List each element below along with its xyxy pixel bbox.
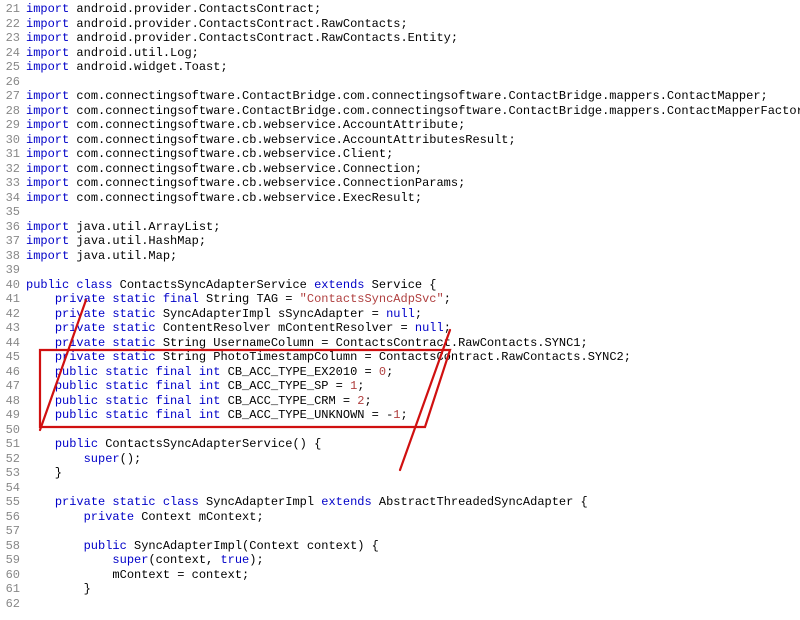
- code-line[interactable]: private static String UsernameColumn = C…: [26, 336, 800, 351]
- line-number: 37: [0, 234, 20, 249]
- line-number: 39: [0, 263, 20, 278]
- line-number: 49: [0, 408, 20, 423]
- line-number: 23: [0, 31, 20, 46]
- line-number: 34: [0, 191, 20, 206]
- line-number: 54: [0, 481, 20, 496]
- line-number-gutter: 2122232425262728293031323334353637383940…: [0, 0, 26, 620]
- code-line[interactable]: [26, 481, 800, 496]
- code-line[interactable]: public static final int CB_ACC_TYPE_CRM …: [26, 394, 800, 409]
- code-line[interactable]: public SyncAdapterImpl(Context context) …: [26, 539, 800, 554]
- line-number: 58: [0, 539, 20, 554]
- line-number: 56: [0, 510, 20, 525]
- line-number: 33: [0, 176, 20, 191]
- line-number: 57: [0, 524, 20, 539]
- code-line[interactable]: [26, 75, 800, 90]
- code-line[interactable]: import com.connectingsoftware.ContactBri…: [26, 89, 800, 104]
- line-number: 45: [0, 350, 20, 365]
- code-line[interactable]: [26, 205, 800, 220]
- code-line[interactable]: import com.connectingsoftware.ContactBri…: [26, 104, 800, 119]
- line-number: 32: [0, 162, 20, 177]
- code-line[interactable]: import java.util.HashMap;: [26, 234, 800, 249]
- line-number: 51: [0, 437, 20, 452]
- line-number: 25: [0, 60, 20, 75]
- code-line[interactable]: private static SyncAdapterImpl sSyncAdap…: [26, 307, 800, 322]
- line-number: 55: [0, 495, 20, 510]
- code-line[interactable]: [26, 423, 800, 438]
- line-number: 28: [0, 104, 20, 119]
- code-area[interactable]: import android.provider.ContactsContract…: [26, 0, 800, 620]
- line-number: 62: [0, 597, 20, 612]
- line-number: 41: [0, 292, 20, 307]
- line-number: 22: [0, 17, 20, 32]
- code-line[interactable]: [26, 524, 800, 539]
- line-number: 50: [0, 423, 20, 438]
- line-number: 44: [0, 336, 20, 351]
- code-line[interactable]: import com.connectingsoftware.cb.webserv…: [26, 191, 800, 206]
- code-line[interactable]: super(context, true);: [26, 553, 800, 568]
- code-line[interactable]: import java.util.Map;: [26, 249, 800, 264]
- code-line[interactable]: mContext = context;: [26, 568, 800, 583]
- code-line[interactable]: public static final int CB_ACC_TYPE_EX20…: [26, 365, 800, 380]
- line-number: 61: [0, 582, 20, 597]
- code-line[interactable]: private static ContentResolver mContentR…: [26, 321, 800, 336]
- code-line[interactable]: import com.connectingsoftware.cb.webserv…: [26, 133, 800, 148]
- line-number: 43: [0, 321, 20, 336]
- code-line[interactable]: private static final String TAG = "Conta…: [26, 292, 800, 307]
- code-line[interactable]: import com.connectingsoftware.cb.webserv…: [26, 118, 800, 133]
- line-number: 38: [0, 249, 20, 264]
- code-line[interactable]: [26, 263, 800, 278]
- code-line[interactable]: super();: [26, 452, 800, 467]
- code-line[interactable]: }: [26, 466, 800, 481]
- code-line[interactable]: import android.provider.ContactsContract…: [26, 2, 800, 17]
- code-line[interactable]: public static final int CB_ACC_TYPE_UNKN…: [26, 408, 800, 423]
- code-line[interactable]: import android.provider.ContactsContract…: [26, 31, 800, 46]
- code-line[interactable]: public class ContactsSyncAdapterService …: [26, 278, 800, 293]
- line-number: 46: [0, 365, 20, 380]
- line-number: 52: [0, 452, 20, 467]
- code-line[interactable]: }: [26, 582, 800, 597]
- line-number: 29: [0, 118, 20, 133]
- code-line[interactable]: private static String PhotoTimestampColu…: [26, 350, 800, 365]
- code-line[interactable]: import com.connectingsoftware.cb.webserv…: [26, 176, 800, 191]
- code-line[interactable]: private static class SyncAdapterImpl ext…: [26, 495, 800, 510]
- line-number: 21: [0, 2, 20, 17]
- line-number: 27: [0, 89, 20, 104]
- line-number: 30: [0, 133, 20, 148]
- code-line[interactable]: import android.widget.Toast;: [26, 60, 800, 75]
- line-number: 47: [0, 379, 20, 394]
- code-line[interactable]: import com.connectingsoftware.cb.webserv…: [26, 162, 800, 177]
- code-line[interactable]: import com.connectingsoftware.cb.webserv…: [26, 147, 800, 162]
- code-line[interactable]: import android.util.Log;: [26, 46, 800, 61]
- code-line[interactable]: private Context mContext;: [26, 510, 800, 525]
- line-number: 53: [0, 466, 20, 481]
- line-number: 26: [0, 75, 20, 90]
- line-number: 24: [0, 46, 20, 61]
- line-number: 42: [0, 307, 20, 322]
- line-number: 60: [0, 568, 20, 583]
- line-number: 59: [0, 553, 20, 568]
- line-number: 40: [0, 278, 20, 293]
- code-line[interactable]: [26, 597, 800, 612]
- line-number: 31: [0, 147, 20, 162]
- code-line[interactable]: import java.util.ArrayList;: [26, 220, 800, 235]
- line-number: 35: [0, 205, 20, 220]
- code-line[interactable]: public ContactsSyncAdapterService() {: [26, 437, 800, 452]
- line-number: 48: [0, 394, 20, 409]
- code-line[interactable]: public static final int CB_ACC_TYPE_SP =…: [26, 379, 800, 394]
- code-line[interactable]: import android.provider.ContactsContract…: [26, 17, 800, 32]
- code-editor[interactable]: 2122232425262728293031323334353637383940…: [0, 0, 800, 620]
- line-number: 36: [0, 220, 20, 235]
